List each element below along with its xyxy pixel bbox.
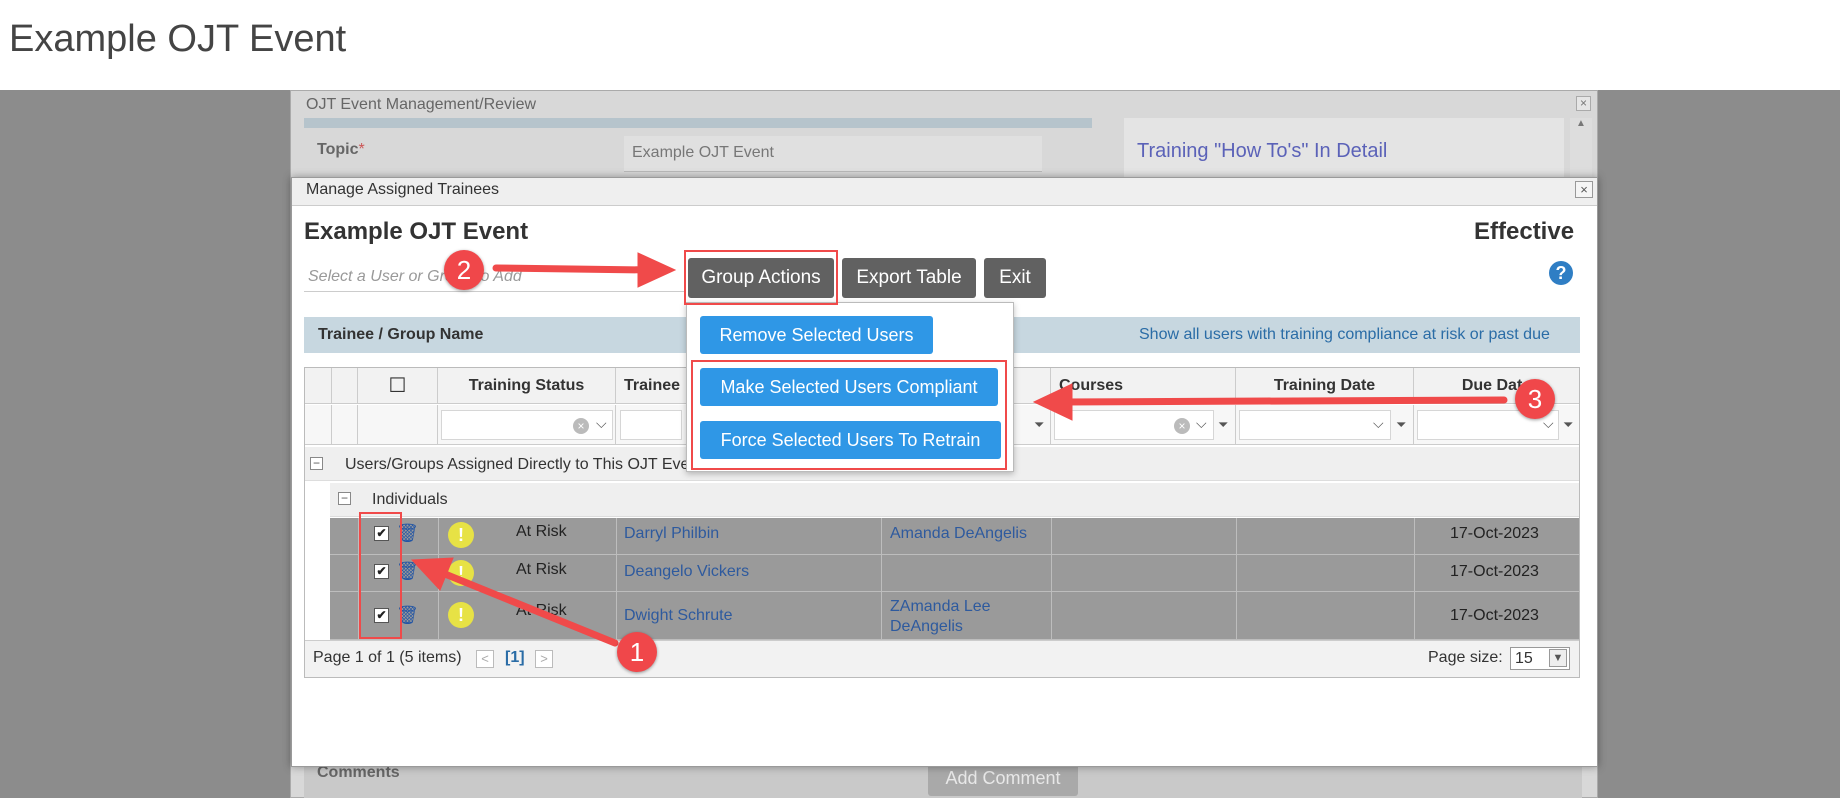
subgroup-row <box>330 483 1579 517</box>
collapse-icon[interactable]: − <box>310 457 323 470</box>
user-search-input[interactable] <box>304 262 684 292</box>
collapse-icon[interactable]: − <box>338 492 351 505</box>
filter-cell <box>332 405 358 445</box>
header-training-date[interactable]: Training Date <box>1236 368 1414 404</box>
background-window-title: OJT Event Management/Review <box>306 96 537 113</box>
trainee-group-label: Trainee / Group Name <box>318 326 484 343</box>
header-courses[interactable]: Courses <box>1051 368 1236 404</box>
warning-icon: ! <box>448 560 474 586</box>
comments-side-bar <box>1092 762 1582 798</box>
training-status-cell: At Risk <box>516 602 567 619</box>
exit-button[interactable]: Exit <box>984 258 1046 298</box>
topic-input[interactable]: Example OJT Event <box>624 136 1042 172</box>
column-divider <box>1236 518 1237 640</box>
due-date-cell: 17-Oct-2023 <box>1450 607 1539 624</box>
howto-link[interactable]: Training "How To's" In Detail <box>1137 140 1387 163</box>
scroll-up-icon[interactable]: ▲ <box>1570 118 1592 178</box>
trainee-link[interactable]: Dwight Schrute <box>624 607 733 625</box>
next-page-icon[interactable]: > <box>535 650 553 668</box>
supervisor-link[interactable]: Amanda DeAngelis <box>890 525 1027 543</box>
modal-title: Manage Assigned Trainees <box>306 181 500 198</box>
chevron-down-icon[interactable]: ⌵ <box>1373 415 1384 432</box>
courses-filter[interactable] <box>1054 410 1214 440</box>
step-badge-2: 2 <box>444 250 484 290</box>
trainee-link[interactable]: Darryl Philbin <box>624 525 719 543</box>
column-divider <box>1051 518 1052 640</box>
due-date-cell: 17-Oct-2023 <box>1450 525 1539 542</box>
highlight-checkboxes <box>359 512 402 639</box>
current-page[interactable]: [1] <box>505 649 525 667</box>
filter-funnel-icon[interactable]: ⏷ <box>1034 417 1044 433</box>
grid-header-blank <box>305 368 332 404</box>
training-date-filter[interactable] <box>1239 410 1391 440</box>
trainee-link[interactable]: Deangelo Vickers <box>624 563 749 581</box>
subgroup-row-label: Individuals <box>372 491 448 508</box>
export-table-button[interactable]: Export Table <box>842 258 976 298</box>
filter-cell <box>305 405 332 445</box>
add-comment-button[interactable]: Add Comment <box>928 762 1078 796</box>
due-date-cell: 17-Oct-2023 <box>1450 563 1539 580</box>
header-training-status[interactable]: Training Status <box>438 368 616 404</box>
group-row-label: Users/Groups Assigned Directly to This O… <box>345 456 703 473</box>
chevron-down-icon[interactable]: ▼ <box>1549 649 1567 667</box>
step-badge-1: 1 <box>617 632 657 672</box>
chevron-down-icon[interactable]: ⌵ <box>596 415 607 432</box>
column-divider <box>616 518 617 640</box>
filter-funnel-icon[interactable]: ⏷ <box>1396 417 1406 433</box>
show-at-risk-link[interactable]: Show all users with training compliance … <box>1139 326 1550 344</box>
trainee-filter[interactable] <box>620 410 682 440</box>
column-divider <box>881 518 882 640</box>
clear-filter-icon[interactable]: × <box>573 418 589 434</box>
background-close-icon[interactable]: × <box>1576 96 1591 111</box>
warning-icon: ! <box>448 522 474 548</box>
highlight-group-actions <box>684 250 838 305</box>
required-mark: * <box>358 141 365 158</box>
step-badge-3: 3 <box>1515 379 1555 419</box>
event-title: Example OJT Event <box>304 218 529 245</box>
pager-info: Page 1 of 1 (5 items) <box>313 649 462 666</box>
training-status-cell: At Risk <box>516 523 567 540</box>
filter-cell <box>358 405 438 445</box>
chevron-down-icon[interactable]: ⌵ <box>1543 415 1554 432</box>
grid-header-blank <box>332 368 358 404</box>
supervisor-link[interactable]: ZAmanda Lee DeAngelis <box>890 597 1030 637</box>
help-icon[interactable]: ? <box>1549 261 1573 285</box>
column-divider <box>1414 518 1415 640</box>
remove-selected-users-button[interactable]: Remove Selected Users <box>700 316 933 354</box>
filter-funnel-icon[interactable]: ⏷ <box>1563 417 1573 433</box>
highlight-menu-options <box>691 360 1007 470</box>
background-band <box>304 118 1092 128</box>
status-label: Effective <box>1474 218 1575 245</box>
select-all-checkbox[interactable]: ☐ <box>358 368 438 404</box>
page-title: Example OJT Event <box>9 18 347 60</box>
page-size-label: Page size: <box>1428 649 1503 666</box>
column-divider <box>438 518 439 640</box>
filter-funnel-icon[interactable]: ⏷ <box>1218 417 1228 433</box>
topic-label: Topic* <box>317 141 365 159</box>
close-icon[interactable]: × <box>1575 181 1593 198</box>
clear-filter-icon[interactable]: × <box>1174 418 1190 434</box>
topic-label-text: Topic <box>317 141 359 158</box>
pager <box>305 640 1579 677</box>
warning-icon: ! <box>448 602 474 628</box>
prev-page-icon[interactable]: < <box>476 650 494 668</box>
chevron-down-icon[interactable]: ⌵ <box>1196 415 1207 432</box>
training-status-cell: At Risk <box>516 561 567 578</box>
